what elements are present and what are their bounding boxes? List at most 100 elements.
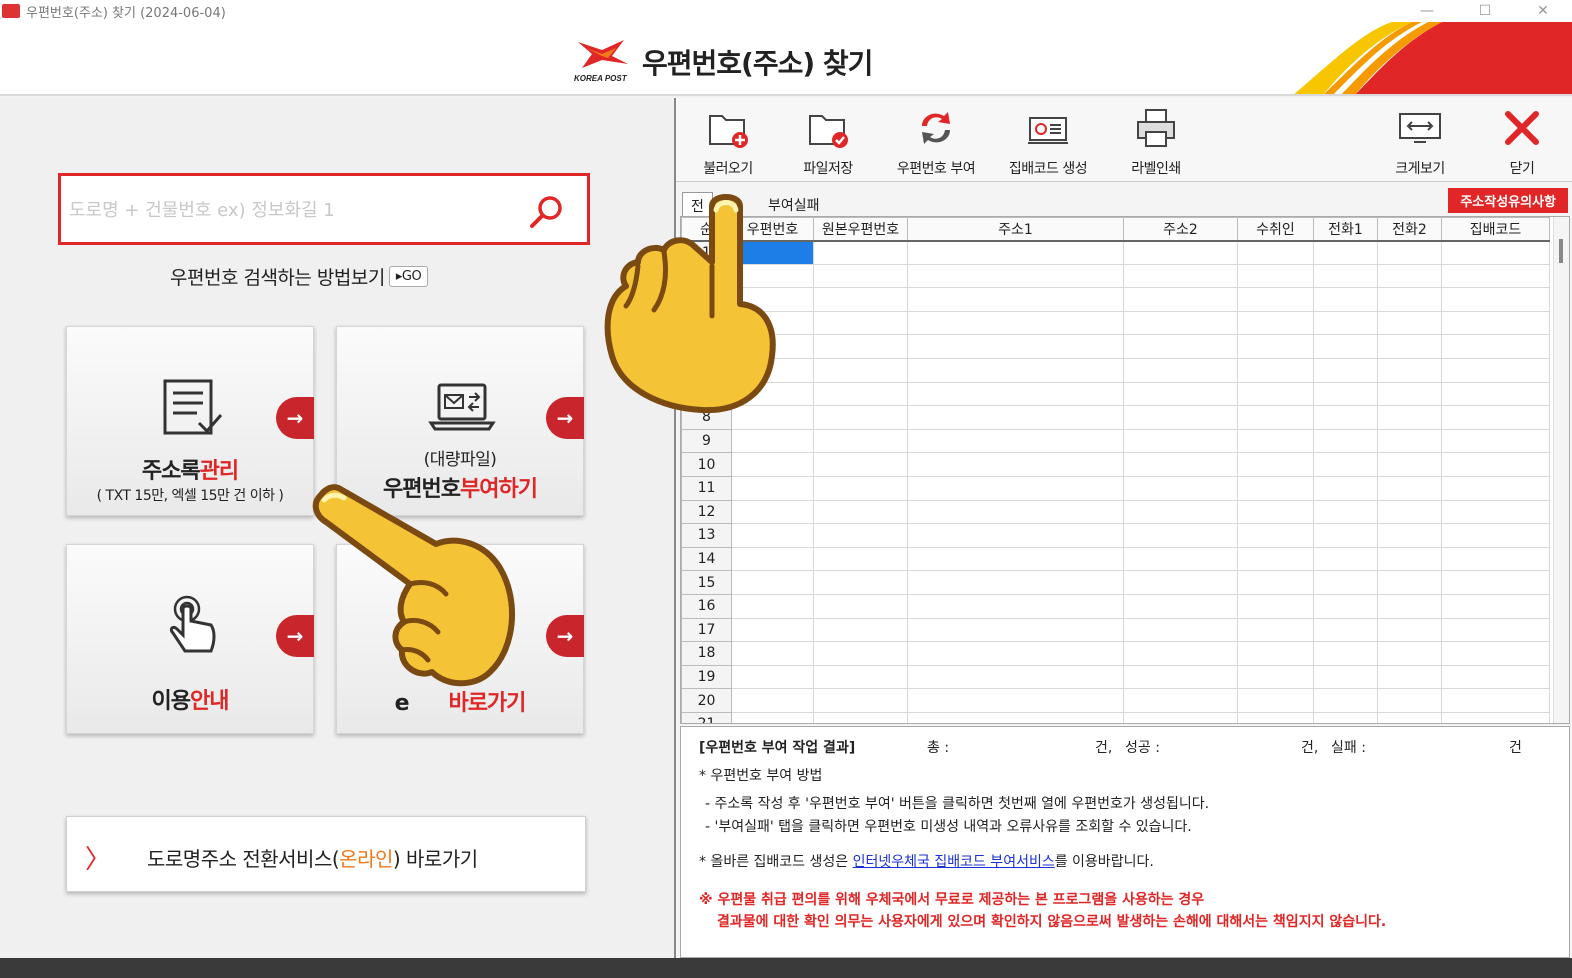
grid-cell[interactable] [1313,593,1378,619]
grid-cell[interactable] [1237,263,1314,289]
grid-cell[interactable] [1377,546,1442,572]
grid-cell[interactable] [1313,546,1378,572]
barcode-generate-button[interactable]: 집배코드 생성 [998,106,1098,180]
table-row[interactable]: 8 [681,405,1550,430]
col-header-address2[interactable]: 주소2 [1123,217,1238,242]
row-number[interactable]: 12 [681,499,732,525]
grid-cell[interactable] [1313,287,1378,312]
grid-cell[interactable] [1377,405,1442,430]
grid-cell[interactable] [731,593,814,619]
row-number[interactable]: 18 [681,641,732,666]
grid-cell[interactable] [1123,711,1238,723]
row-number[interactable]: 13 [681,523,732,548]
grid-vertical-scrollbar[interactable] [1553,217,1569,723]
grid-cell[interactable] [1313,428,1378,454]
grid-cell[interactable] [1377,570,1442,595]
grid-cell[interactable] [1123,546,1238,572]
grid-cell[interactable] [813,240,908,265]
grid-cell[interactable] [1377,593,1442,619]
grid-cell[interactable] [1377,617,1442,643]
grid-cell[interactable] [731,428,814,454]
table-row[interactable]: 7 [681,381,1550,407]
grid-cell[interactable] [907,287,1124,312]
grid-cell[interactable] [1313,475,1378,501]
grid-cell[interactable] [1377,428,1442,454]
grid-cell[interactable] [1123,593,1238,619]
grid-cell[interactable] [1237,475,1314,501]
grid-cell[interactable] [1237,357,1314,383]
grid-cell[interactable] [1377,334,1442,359]
row-number[interactable]: 21 [681,711,732,723]
table-row[interactable]: 19 [681,664,1550,690]
maximize-button[interactable]: ☐ [1462,0,1508,22]
grid-cell[interactable] [1441,287,1550,312]
grid-cell[interactable] [1377,287,1442,312]
table-row[interactable]: 20 [681,688,1550,713]
col-header-address1[interactable]: 주소1 [907,217,1124,242]
grid-cell[interactable] [907,452,1124,477]
col-header-phone2[interactable]: 전화2 [1377,217,1442,242]
grid-cell[interactable] [1237,405,1314,430]
grid-cell[interactable] [1313,523,1378,548]
grid-cell[interactable] [1313,499,1378,525]
grid-cell[interactable] [1123,452,1238,477]
table-row[interactable]: 12 [681,499,1550,525]
grid-cell[interactable] [1377,240,1442,265]
grid-cell[interactable] [1441,617,1550,643]
scrollbar-thumb[interactable] [1559,239,1563,263]
grid-cell[interactable] [813,523,908,548]
grid-cell[interactable] [1237,664,1314,690]
grid-cell[interactable] [1123,617,1238,643]
grid-cell[interactable] [907,617,1124,643]
grid-cell[interactable] [1313,240,1378,265]
zoom-view-button[interactable]: 크게보기 [1370,106,1470,180]
grid-cell[interactable] [1123,287,1238,312]
grid-cell[interactable] [1441,452,1550,477]
grid-cell[interactable] [907,499,1124,525]
grid-cell[interactable] [907,664,1124,690]
grid-cell[interactable] [1313,664,1378,690]
grid-cell[interactable] [813,711,908,723]
grid-cell[interactable] [907,381,1124,407]
grid-cell[interactable] [813,310,908,336]
grid-cell[interactable] [1237,593,1314,619]
grid-cell[interactable] [1313,310,1378,336]
grid-cell[interactable] [731,452,814,477]
grid-cell[interactable] [1123,664,1238,690]
grid-cell[interactable] [731,546,814,572]
grid-cell[interactable] [1237,499,1314,525]
grid-cell[interactable] [731,617,814,643]
grid-cell[interactable] [1237,334,1314,359]
grid-cell[interactable] [1123,240,1238,265]
row-number[interactable]: 14 [681,546,732,572]
grid-cell[interactable] [907,641,1124,666]
table-row[interactable]: 17 [681,617,1550,643]
grid-cell[interactable] [1237,310,1314,336]
grid-cell[interactable] [813,287,908,312]
address-search-input[interactable] [69,196,499,224]
grid-cell[interactable] [813,334,908,359]
table-row[interactable]: 18 [681,641,1550,666]
row-number[interactable]: 17 [681,617,732,643]
grid-cell[interactable] [1441,405,1550,430]
grid-cell[interactable] [731,523,814,548]
grid-cell[interactable] [907,334,1124,359]
grid-cell[interactable] [1441,499,1550,525]
grid-cell[interactable] [907,593,1124,619]
table-row[interactable]: 4 [681,310,1550,336]
close-button[interactable]: 닫기 [1472,106,1572,180]
table-row[interactable]: 1 [681,240,1550,265]
grid-cell[interactable] [813,405,908,430]
road-address-convert-link[interactable]: 〉 도로명주소 전환서비스(온라인) 바로가기 [66,816,586,892]
grid-cell[interactable] [1313,641,1378,666]
grid-cell[interactable] [813,263,908,289]
row-number[interactable]: 15 [681,570,732,595]
grid-cell[interactable] [1377,711,1442,723]
grid-cell[interactable] [1123,405,1238,430]
grid-cell[interactable] [731,688,814,713]
grid-cell[interactable] [1441,523,1550,548]
table-row[interactable]: 11 [681,475,1550,501]
grid-cell[interactable] [1237,381,1314,407]
close-window-button[interactable]: ✕ [1520,0,1566,22]
grid-cell[interactable] [907,570,1124,595]
